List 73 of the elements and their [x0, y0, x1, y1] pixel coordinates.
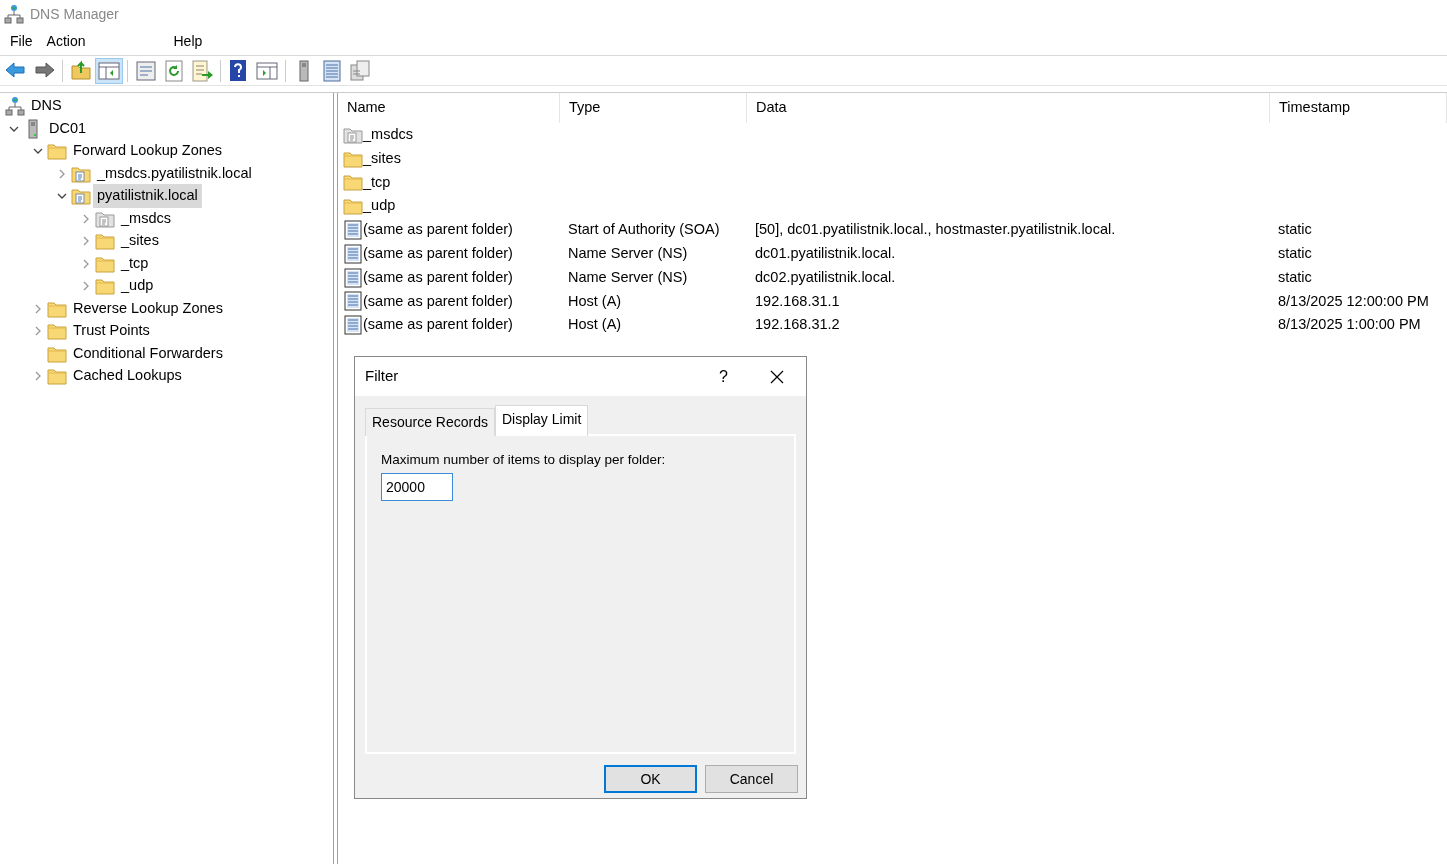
dialog-tab[interactable]: Resource Records: [365, 408, 495, 436]
tree-item[interactable]: Reverse Lookup Zones: [69, 296, 227, 321]
table-cell-text: static: [1277, 245, 1312, 261]
table-cell-text: static: [1277, 268, 1312, 285]
menu-item[interactable]: Help: [166, 31, 210, 52]
tree-item[interactable]: _msdcs.pyatilistnik.local: [93, 161, 256, 186]
dialog-tab[interactable]: Display Limit: [494, 405, 589, 436]
export-list-icon: [190, 58, 214, 83]
folder-icon: [343, 196, 363, 217]
record-list-icon: [320, 58, 344, 83]
tree-item[interactable]: _sites: [117, 229, 163, 254]
table-cell-text: Name Server (NS): [567, 245, 688, 261]
tree-item[interactable]: DNS: [27, 94, 66, 119]
record-name[interactable]: (same as parent folder): [363, 219, 513, 241]
tree-item[interactable]: _tcp: [117, 251, 153, 276]
tree-item[interactable]: Conditional Forwarders: [69, 341, 227, 366]
table-cell-text: Start of Authority (SOA): [567, 221, 720, 238]
menu-item[interactable]: File: [3, 31, 40, 52]
record-name[interactable]: (same as parent folder): [363, 290, 513, 313]
record-name[interactable]: (same as parent folder): [363, 314, 513, 337]
zone-folder-icon: [71, 186, 91, 207]
close-button[interactable]: [770, 369, 784, 384]
network-icon: [4, 4, 24, 24]
column-header[interactable]: Name: [338, 93, 560, 123]
dialog-button[interactable]: OK: [604, 765, 697, 793]
menu-item[interactable]: Action: [39, 31, 93, 52]
record-name[interactable]: _sites: [363, 147, 401, 170]
table-cell-text: 8/13/2025 12:00:00 PM: [1277, 292, 1429, 309]
record-name[interactable]: _msdcs: [363, 124, 413, 146]
record-name[interactable]: _tcp: [363, 171, 391, 194]
close-icon: [770, 369, 784, 384]
table-cell-text: Host (A): [567, 316, 622, 333]
table-cell-text: 8/13/2025 1:00:00 PM: [1277, 316, 1421, 333]
table-cell-text: dc02.pyatilistnik.local.: [754, 268, 896, 285]
dialog-button[interactable]: Cancel: [705, 765, 798, 793]
table-cell-text: Name Server (NS): [567, 268, 688, 285]
tree-item[interactable]: _udp: [117, 274, 158, 299]
column-header[interactable]: Timestamp: [1270, 93, 1447, 123]
record-icon: [343, 315, 363, 336]
tree-item[interactable]: Forward Lookup Zones: [69, 139, 227, 164]
field-label: Maximum number of items to display per folder:: [381, 451, 667, 469]
tree-item[interactable]: _msdcs: [117, 206, 175, 231]
table-cell-text: Host (A): [567, 292, 622, 309]
folder-up-icon: [69, 58, 93, 83]
record-icon: [343, 291, 363, 312]
record-icon: [343, 267, 363, 288]
table-cell-text: 192.168.31.2: [754, 316, 840, 333]
record-name[interactable]: (same as parent folder): [363, 243, 513, 265]
table-cell-text: dc01.pyatilistnik.local.: [754, 245, 896, 261]
folder-icon: [47, 321, 67, 342]
record-icon: [343, 220, 363, 241]
record-icon: [343, 243, 363, 264]
folder-icon: [47, 141, 67, 162]
column-header[interactable]: Type: [560, 93, 747, 123]
tree-item[interactable]: Cached Lookups: [69, 364, 186, 389]
dialog-title: Filter: [365, 366, 400, 387]
window-title: DNS Manager: [30, 4, 119, 24]
table-cell-text: [50], dc01.pyatilistnik.local., hostmaster.pyatilistnik.local.: [754, 221, 1116, 238]
table-cell-text: 192.168.31.1: [754, 292, 840, 309]
table-cell-text: static: [1277, 221, 1312, 238]
network-icon: [5, 96, 25, 117]
folder-icon: [47, 366, 67, 387]
help-button[interactable]: ?: [719, 364, 728, 389]
tree-item[interactable]: Trust Points: [69, 319, 154, 344]
folder-icon: [95, 231, 115, 252]
record-name[interactable]: _udp: [363, 195, 396, 218]
folder-icon: [95, 276, 115, 297]
tree-item[interactable]: pyatilistnik.local: [93, 184, 202, 209]
column-header[interactable]: Data: [747, 93, 1270, 123]
input-field[interactable]: 20000: [381, 473, 453, 502]
folder-icon: [343, 172, 363, 193]
record-name[interactable]: (same as parent folder): [363, 266, 513, 289]
tree-item[interactable]: DC01: [45, 116, 91, 141]
